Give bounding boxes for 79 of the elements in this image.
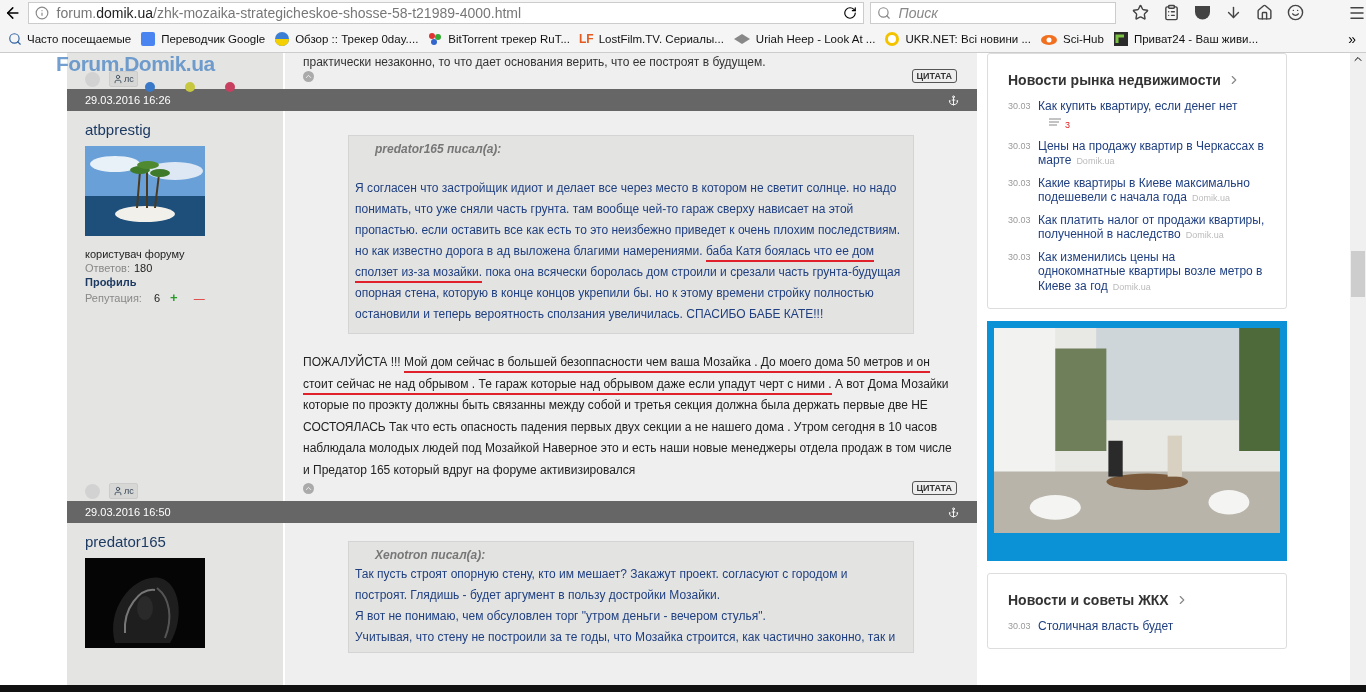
comment-icon xyxy=(1048,117,1062,128)
dot-icon xyxy=(185,82,195,92)
home-icon[interactable] xyxy=(1256,4,1273,21)
user-role: користувач форуму xyxy=(85,248,186,260)
url-text: forum.domik.ua/zhk-mozaika-strategicheskoe-shosse-58-t21989-4000.html xyxy=(56,4,523,21)
news-link[interactable]: Как изменились цены на однокомнатные квартиры возле метро в Киеве за год Domik.ua xyxy=(1038,249,1266,294)
news-date: 30.03 xyxy=(1008,176,1032,190)
quote-button[interactable]: ЦИТАТА xyxy=(911,69,957,83)
bookmark[interactable]: LF LostFilm.TV. Сериалы... xyxy=(579,31,724,46)
flag-icon xyxy=(274,30,291,47)
dot-icon xyxy=(145,82,155,92)
answers-count: 180 xyxy=(134,262,153,274)
news-date: 30.03 xyxy=(1008,100,1032,113)
news-date: 30.03 xyxy=(1008,139,1032,153)
search-field[interactable]: Поиск xyxy=(896,3,1101,22)
quote-text: Так пусть строят опорную стену, кто им мешает? Закажут проект. согласуют с городом и xyxy=(355,566,849,583)
coin-icon xyxy=(884,30,901,47)
profile-link[interactable]: Профиль xyxy=(85,276,265,288)
quote-text: построят. Глядишь - будет аргумент в пользу достройки Мозайки. xyxy=(355,587,722,604)
reputation-minus[interactable]: — xyxy=(193,291,205,304)
quote-author: Xenotron писал(а): xyxy=(375,548,487,562)
reputation-value: 6 xyxy=(153,291,161,304)
bookmark[interactable]: Uriah Heep - Look At ... xyxy=(732,32,876,45)
pm-button[interactable]: лс xyxy=(109,71,138,87)
person-icon xyxy=(113,486,123,496)
translate-icon xyxy=(140,30,157,47)
ad-banner[interactable] xyxy=(987,321,1287,561)
pocket-icon[interactable] xyxy=(1194,4,1211,21)
news-link[interactable]: Как купить квартиру, если денег нет xyxy=(1038,99,1266,114)
torrent-icon xyxy=(427,30,444,47)
bookmark[interactable]: Sci-Hub xyxy=(1040,31,1104,46)
news-heading[interactable]: Новости и советы ЖКХ xyxy=(1008,592,1266,608)
bookmark[interactable]: BitTorrent трекер RuT... xyxy=(427,30,570,47)
news-link[interactable]: Цены на продажу квартир в Черкассах в марте Domik.ua xyxy=(1038,138,1266,169)
answers-label: Ответов: xyxy=(85,262,130,274)
reputation-label: Репутация: xyxy=(85,291,142,304)
privat-icon xyxy=(1112,30,1129,47)
bookmarks-overflow[interactable]: » xyxy=(1348,30,1356,47)
download-icon[interactable] xyxy=(1225,4,1242,21)
search-box[interactable]: Поиск xyxy=(869,1,1116,24)
quote-text: Учитывая, что стену не построили за те годы, что Мозайка строится, как частично законно, так и xyxy=(355,629,897,646)
bookmark[interactable]: Часто посещаемые xyxy=(8,31,132,46)
post-date: 29.03.2016 16:26 xyxy=(85,94,171,106)
scrollbar-thumb[interactable] xyxy=(1351,251,1365,297)
reading-list-icon[interactable] xyxy=(1163,4,1180,21)
news-heading[interactable]: Новости рынка недвижимости xyxy=(1008,72,1266,88)
anchor-icon[interactable] xyxy=(948,94,959,106)
news-date: 30.03 xyxy=(1008,620,1032,633)
post-text: ПОЖАЛУЙСТА !!! Мой дом сейчас в большей безоппасности чем ваша Мозайка . До моего дома 50 метров и он стоит сейчас не над обрывом . Те гараж которые над обрывом даже если упадут черт с ними . А вот Дома Мозайки которые по проэкту должны быть связанны между собой и третья секция должна была держать первые две НЕ СОСТОЯЛАСЬ Так что есть опасность падения первых двух секции а не нашего дома . Утром сегодня в 10 часов наблюдала молодых людей под Мозайкой Наверное это и есть наши новые менеджеры отдела продаж в том числе и Предатор 165 который вдруг на форуме активизировался xyxy=(303,353,953,479)
quote-text: Я согласен что застройщик идиот и делает все через место в котором не светит солнце. но надо понимать, что уже сняли часть грунта. там вообще чей-то гараж сверху нависает на этой пропастью. если оставить все как есть то это неизбежно приведет к очень плохим последствиям. но как известно дорога в ад выложена благими намерениями. баба Катя боялась что ее дом сползет из-за мозайки. пока она всячески боролась дом строили и срезали часть грунта-будущая опорная стена, которую в конце концов укрепили бы. но к этому времени стройку полностью остановили и теперь вероятность сползания увеличилась. СПАСИБО БАБЕ КАТЕ!!! xyxy=(355,180,902,323)
star-icon[interactable] xyxy=(1132,4,1149,21)
quote-text: Я вот не понимаю, чем обсуловлен торг "утром деньги - вечером стулья". xyxy=(355,608,767,625)
info-icon[interactable] xyxy=(34,5,49,20)
post-text: практически незаконно, то что дает основания верить, что ее построят в будущем. xyxy=(303,55,767,69)
smiley-icon[interactable] xyxy=(1287,4,1304,21)
bookmark[interactable]: Приват24 - Ваш живи... xyxy=(1112,30,1259,47)
username[interactable]: predator165 xyxy=(85,533,265,550)
quote-author: predator165 писал(а): xyxy=(375,142,503,156)
news-link[interactable]: Столичная власть будет xyxy=(1038,619,1266,634)
username[interactable]: atbprestig xyxy=(85,121,265,138)
search-icon xyxy=(876,5,891,20)
news-link[interactable]: Как платить налог от продажи квартиры, полученной в наследство Domik.ua xyxy=(1038,212,1266,243)
lf-logo: LF xyxy=(579,31,594,46)
news-link[interactable]: Какие квартиры в Киеве максимально подешевели с начала года Domik.ua xyxy=(1038,175,1266,206)
pm-button[interactable]: лс xyxy=(109,483,138,499)
comment-count: 3 xyxy=(1065,119,1070,130)
reload-icon[interactable] xyxy=(842,5,857,20)
quote-button[interactable]: ЦИТАТА xyxy=(911,481,957,495)
bookmark[interactable]: Переводчик Google xyxy=(140,30,266,47)
anchor-icon[interactable] xyxy=(948,506,959,518)
bookmark[interactable]: UKR.NET: Всі новини ... xyxy=(884,30,1031,47)
url-field[interactable]: forum.domik.ua/zhk-mozaika-strategicheskoe-shosse-58-t21989-4000.html xyxy=(27,1,864,24)
bookmark[interactable]: Обзор :: Трекер 0day.... xyxy=(274,30,419,47)
dot-icon xyxy=(225,82,235,92)
news-date: 30.03 xyxy=(1008,213,1032,227)
news-date: 30.03 xyxy=(1008,250,1032,264)
search-icon xyxy=(8,31,22,46)
person-icon xyxy=(113,74,123,84)
post-date: 29.03.2016 16:50 xyxy=(85,506,171,518)
